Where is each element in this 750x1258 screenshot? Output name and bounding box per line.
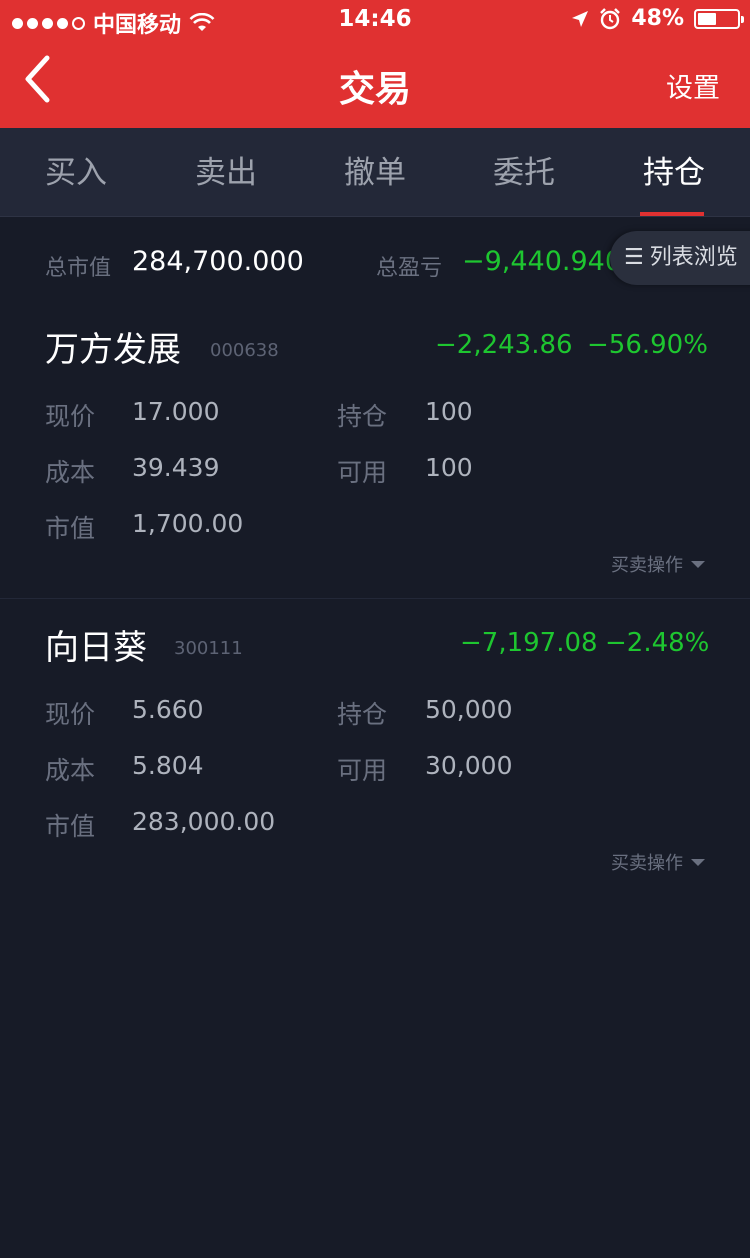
location-arrow-icon	[572, 10, 589, 27]
market-value-label: 总市值	[45, 256, 112, 281]
price-value: 17.000	[132, 397, 220, 426]
trade-actions-label: 买卖操作	[611, 853, 683, 874]
available-label: 可用	[337, 458, 388, 487]
value-label: 市值	[45, 514, 96, 543]
holding-card: 向日葵 300111 −7,197.08 −2.48% 现价 5.660 持仓 …	[0, 620, 750, 910]
position-value: 50,000	[425, 695, 513, 724]
total-pl-label: 总盈亏	[376, 256, 443, 281]
total-pl-value: −9,440.940	[462, 246, 623, 277]
trade-actions-button[interactable]: 买卖操作	[611, 551, 705, 577]
holding-card: 万方发展 000638 −2,243.86 −56.90% 现价 17.000 …	[0, 322, 750, 612]
tab-positions[interactable]: 持仓	[599, 128, 749, 216]
price-value: 5.660	[132, 695, 204, 724]
cost-value: 5.804	[132, 751, 204, 780]
battery-fill	[698, 12, 717, 25]
chevron-left-icon	[25, 55, 50, 103]
cost-label: 成本	[45, 458, 96, 487]
position-value: 100	[425, 397, 473, 426]
stock-pl-amount: −2,243.86	[435, 330, 573, 360]
settings-button[interactable]: 设置	[666, 66, 720, 105]
trade-actions-button[interactable]: 买卖操作	[611, 849, 705, 875]
cost-value: 39.439	[132, 453, 220, 482]
position-label: 持仓	[337, 402, 388, 431]
stock-pl-percent: −2.48%	[605, 628, 710, 658]
available-value: 100	[425, 453, 473, 482]
stock-name: 向日葵	[45, 628, 147, 668]
position-label: 持仓	[337, 700, 388, 729]
cost-label: 成本	[45, 756, 96, 785]
account-summary: 总市值 284,700.000 总盈亏 −9,440.940 ☰ 列表浏览	[0, 216, 750, 306]
stock-code: 000638	[210, 340, 279, 361]
stock-pl-amount: −7,197.08	[460, 628, 598, 658]
menu-lines-icon: ☰	[624, 245, 644, 270]
list-view-button[interactable]: ☰ 列表浏览	[610, 231, 750, 285]
page-title: 交易	[338, 69, 411, 110]
stock-code: 300111	[174, 638, 243, 659]
tab-orders[interactable]: 委托	[449, 128, 599, 216]
caret-down-icon	[691, 859, 705, 866]
status-bar: 中国移动 14:46 48%	[0, 0, 750, 40]
battery-icon	[694, 8, 744, 29]
trade-actions-label: 买卖操作	[611, 555, 683, 576]
value-label: 市值	[45, 812, 96, 841]
list-view-label: 列表浏览	[649, 245, 738, 270]
market-value: 284,700.000	[132, 246, 304, 277]
nav-bar: 交易 设置	[0, 40, 750, 128]
stock-name: 万方发展	[45, 330, 181, 370]
tab-sell[interactable]: 卖出	[151, 128, 301, 216]
status-right: 48%	[571, 6, 744, 31]
alarm-icon	[600, 7, 621, 29]
battery-percent: 48%	[631, 6, 684, 31]
available-value: 30,000	[425, 751, 513, 780]
value-amount: 283,000.00	[132, 807, 276, 836]
back-button[interactable]	[22, 54, 72, 114]
top-bar: 中国移动 14:46 48% 交易 设置	[0, 0, 750, 128]
tab-cancel[interactable]: 撤单	[300, 128, 450, 216]
stock-pl-percent: −56.90%	[587, 330, 708, 360]
price-label: 现价	[45, 402, 96, 431]
caret-down-icon	[691, 561, 705, 568]
trade-tabs: 买入 卖出 撤单 委托 持仓	[0, 128, 750, 217]
divider	[0, 598, 750, 599]
price-label: 现价	[45, 700, 96, 729]
tab-buy[interactable]: 买入	[1, 128, 151, 216]
available-label: 可用	[337, 756, 388, 785]
value-amount: 1,700.00	[132, 509, 244, 538]
